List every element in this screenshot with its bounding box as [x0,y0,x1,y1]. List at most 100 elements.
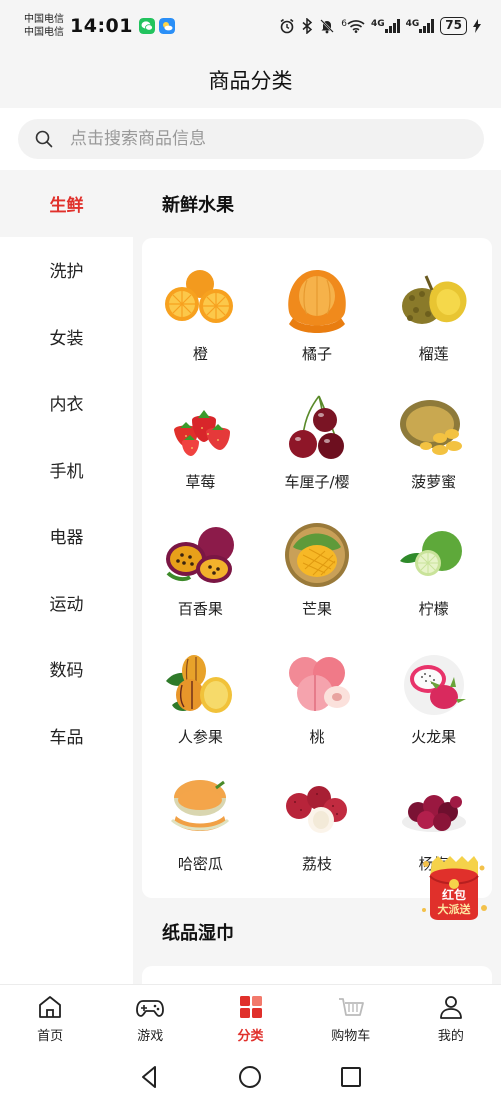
sidebar-item-appliances[interactable]: 电器 [0,503,133,570]
red-packet-line2: 大派送 [438,902,472,916]
signal-bars-1 [384,19,400,33]
red-packet-line1: 红包 [442,887,466,902]
sidebar-item-womens-clothing[interactable]: 女装 [0,303,133,370]
user-icon [440,996,462,1019]
product-item-jackfruit[interactable]: 菠萝蜜 [375,376,492,504]
orange-icon [165,270,234,323]
product-label: 橙 [192,345,208,363]
bluetooth-icon [302,18,313,34]
tab-label: 购物车 [331,1029,371,1044]
section-title-fresh-fruit: 新鲜水果 [162,195,234,216]
clock: 14:01 [70,15,133,37]
sidebar-item-sports[interactable]: 运动 [0,569,133,636]
red-packet-button[interactable]: 红包 大派送 [418,850,490,922]
charging-icon [473,19,481,33]
product-item-melon[interactable]: 哈密瓜 [142,758,259,886]
product-label: 车厘子/樱 [284,472,350,491]
product-label: 芒果 [301,600,332,618]
home-nav-icon[interactable] [237,1064,263,1090]
peach-icon [288,656,350,711]
tab-games[interactable]: 游戏 [100,985,200,1050]
bayberry-icon [401,795,466,832]
network-type-1: 4G [370,19,385,29]
tab-home[interactable]: 首页 [0,985,100,1050]
product-label: 柠檬 [418,600,449,618]
sidebar-item-car[interactable]: 车品 [0,702,133,769]
status-bar: 中国电信 中国电信 14:01 6 4G 4G 75 [0,0,501,52]
product-item-lychee[interactable]: 荔枝 [259,758,376,886]
alarm-icon [280,18,294,34]
tab-category[interactable]: 分类 [200,985,300,1050]
product-item-lemon[interactable]: 柠檬 [375,503,492,631]
product-label: 菠萝蜜 [411,472,457,491]
carrier-info: 中国电信 中国电信 [24,13,64,39]
notification-icons [138,18,175,34]
home-icon [39,996,61,1018]
tab-label: 游戏 [137,1029,164,1044]
pepino-icon [166,654,233,713]
weather-app-icon [158,18,175,34]
tab-label: 我的 [437,1029,464,1044]
durian-icon [401,275,467,324]
product-label: 榴莲 [418,345,449,363]
sidebar-item-fresh[interactable]: 生鲜 [0,170,133,237]
melon-icon [171,780,230,831]
cart-icon [338,998,364,1016]
product-label: 百香果 [177,600,223,618]
dragon-fruit-icon [403,654,466,715]
cellular-2: 4G [406,19,435,33]
product-item-pepino[interactable]: 人参果 [142,631,259,759]
recents-icon[interactable] [338,1064,364,1090]
lychee-icon [285,786,347,833]
product-item-peach[interactable]: 桃 [259,631,376,759]
tab-profile[interactable]: 我的 [401,985,501,1050]
sidebar-item-digital[interactable]: 数码 [0,636,133,703]
product-label: 橘子 [301,345,332,363]
search-icon [35,130,53,148]
product-label: 荔枝 [301,855,332,873]
system-indicators: 6 4G 4G 75 [279,17,481,35]
page-header: 商品分类 [0,52,501,108]
bottom-tab-bar: 首页 游戏 分类 购物车 我的 [0,984,501,1050]
product-label: 哈密瓜 [177,855,223,873]
product-card-2 [142,965,492,984]
tab-label: 首页 [37,1029,64,1044]
product-item-mango[interactable]: 芒果 [259,503,376,631]
tab-label: 分类 [237,1029,264,1044]
tab-cart[interactable]: 购物车 [301,985,401,1050]
cherry-icon [288,395,344,459]
mango-icon [284,523,349,587]
cellular-1: 4G [371,19,400,33]
red-packet-icon: 红包 大派送 [422,856,487,920]
product-item-passion-fruit[interactable]: 百香果 [142,503,259,631]
sidebar-item-care[interactable]: 洗护 [0,237,133,304]
wechat-icon [138,18,155,34]
product-label: 桃 [309,727,325,746]
carrier-2: 中国电信 [24,27,64,38]
product-card: 橙 橘子 榴莲 草莓 车厘子/樱 菠萝蜜 百香果 芒果 柠檬 人参果 桃 火龙果… [142,238,492,898]
signal-bars-2 [419,19,435,33]
gamepad-icon [136,1000,165,1017]
category-icon [239,996,262,1018]
search-input[interactable] [70,129,430,149]
sidebar-item-phones[interactable]: 手机 [0,436,133,503]
system-nav-bar [0,1050,501,1104]
search-area [0,108,501,170]
network-type-2: 4G [405,19,420,29]
passion-fruit-icon [166,527,235,583]
jackfruit-icon [399,399,462,455]
product-item-durian[interactable]: 榴莲 [375,248,492,376]
product-item-dragon-fruit[interactable]: 火龙果 [375,631,492,759]
product-item-cherry[interactable]: 车厘子/樱 [259,376,376,504]
product-item-tangerine[interactable]: 橘子 [259,248,376,376]
product-label: 火龙果 [411,727,457,746]
battery-level: 75 [440,17,467,35]
product-grid: 橙 橘子 榴莲 草莓 车厘子/樱 菠萝蜜 百香果 芒果 柠檬 人参果 桃 火龙果… [142,248,492,886]
back-icon[interactable] [137,1064,163,1090]
product-item-strawberry[interactable]: 草莓 [142,376,259,504]
product-label: 人参果 [177,727,223,746]
sidebar-item-underwear[interactable]: 内衣 [0,370,133,437]
search-bar[interactable] [18,119,484,159]
tangerine-icon [288,270,346,333]
product-item-orange[interactable]: 橙 [142,248,259,376]
